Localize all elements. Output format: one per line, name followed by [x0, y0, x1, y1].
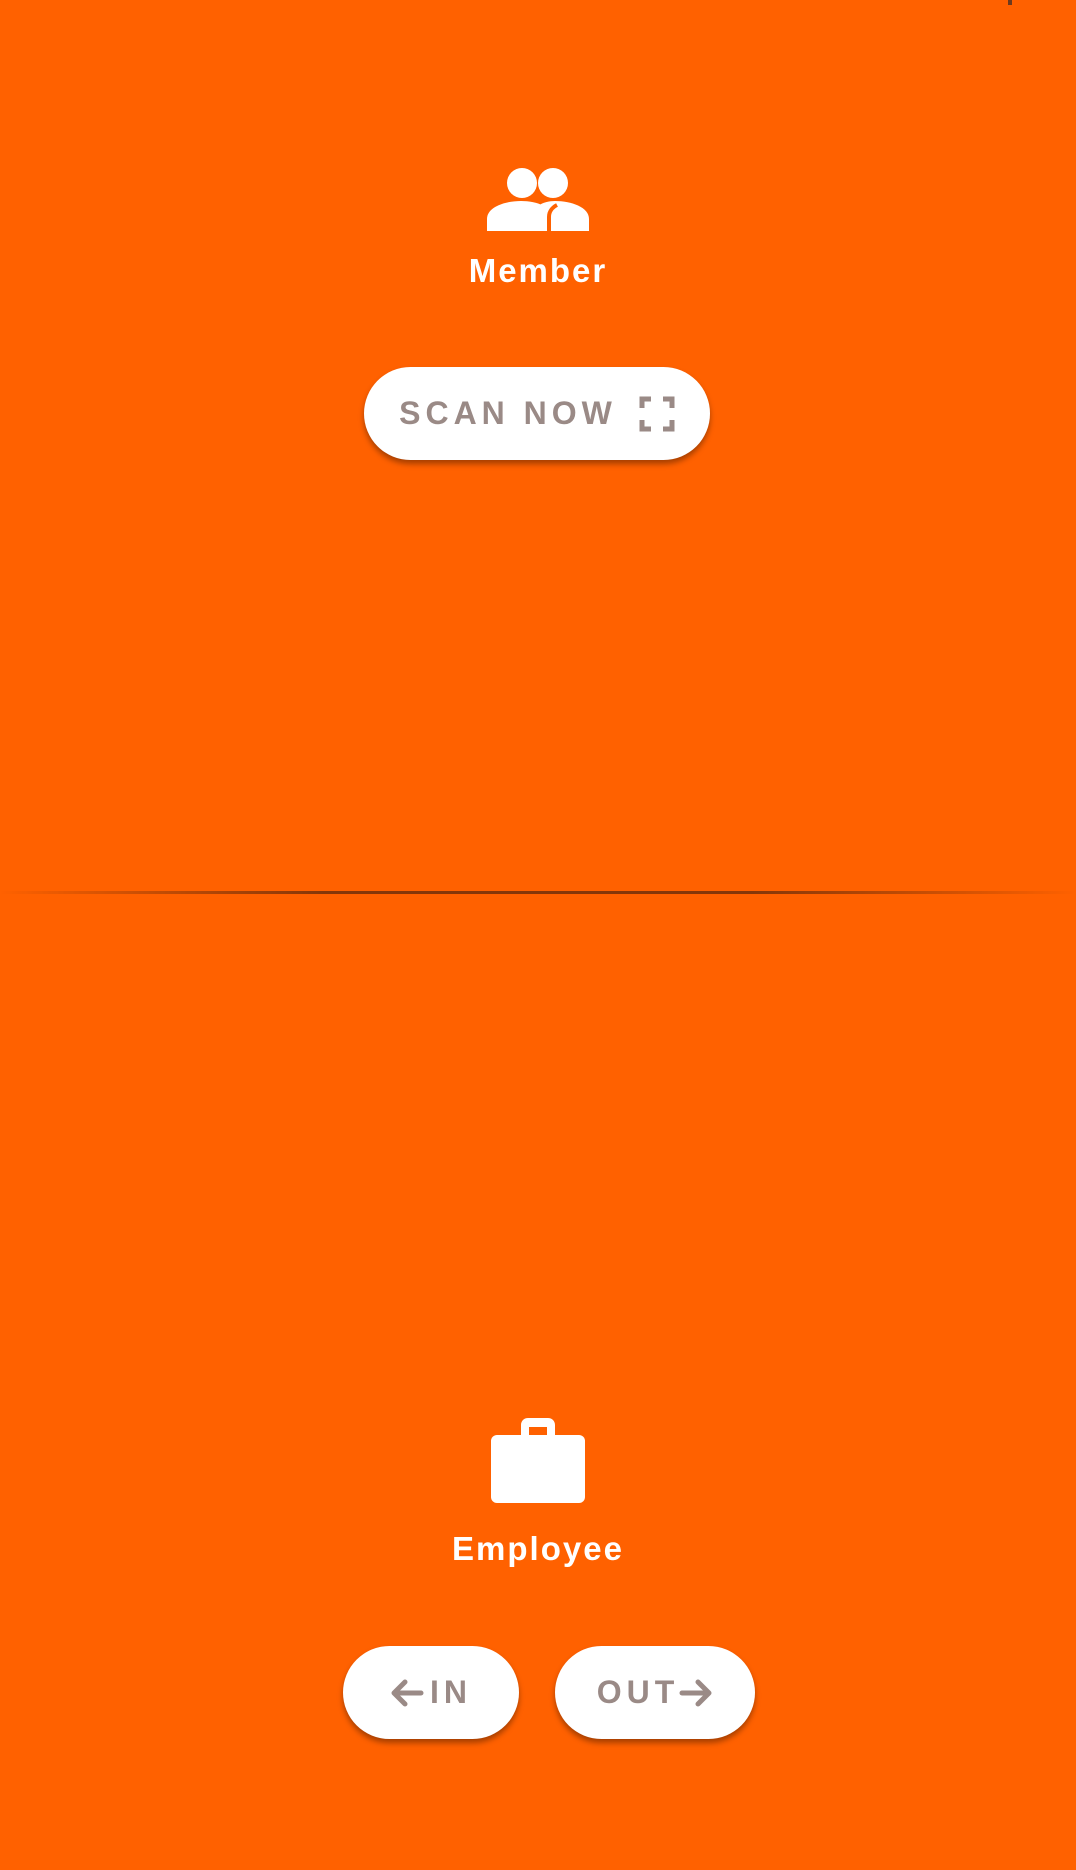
clock-out-label: OUT	[596, 1674, 680, 1710]
people-icon	[0, 165, 1076, 231]
fullscreen-scan-icon	[639, 396, 675, 432]
arrow-left-icon	[390, 1678, 424, 1708]
member-section: Member SCAN NOW	[0, 0, 1076, 893]
scan-now-label: SCAN NOW	[399, 395, 617, 431]
briefcase-icon	[0, 1417, 1076, 1503]
member-label: Member	[468, 252, 608, 289]
scan-now-button[interactable]: SCAN NOW	[364, 367, 710, 460]
clock-out-button[interactable]: OUT	[555, 1646, 755, 1739]
clock-in-label: IN	[430, 1674, 472, 1710]
employee-section: Employee IN OUT	[0, 893, 1076, 1870]
clock-in-button[interactable]: IN	[343, 1646, 519, 1739]
arrow-right-icon	[679, 1678, 713, 1708]
employee-label: Employee	[452, 1530, 624, 1567]
